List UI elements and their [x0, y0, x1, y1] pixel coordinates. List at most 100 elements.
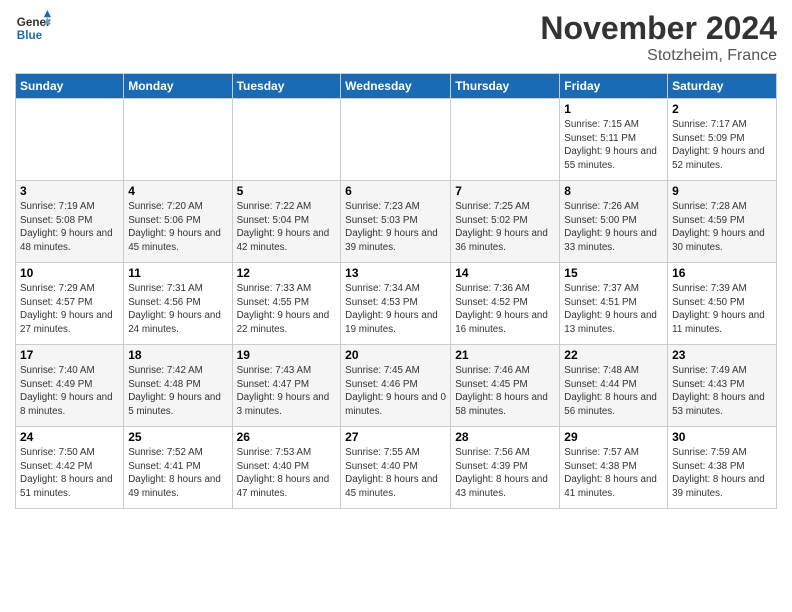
day-num-4-4: 28 — [455, 430, 555, 444]
page-container: General Blue November 2024 Stotzheim, Fr… — [0, 0, 792, 519]
cell-4-0: 24 Sunrise: 7:50 AM Sunset: 4:42 PM Dayli… — [16, 427, 124, 509]
day-num-1-0: 3 — [20, 184, 119, 198]
day-num-3-6: 23 — [672, 348, 772, 362]
day-info-1-4: Sunrise: 7:25 AM Sunset: 5:02 PM Dayligh… — [455, 200, 555, 255]
day-info-3-4: Sunrise: 7:46 AM Sunset: 4:45 PM Dayligh… — [455, 364, 555, 419]
day-num-4-1: 25 — [128, 430, 227, 444]
cell-4-6: 30 Sunrise: 7:59 AM Sunset: 4:38 PM Dayli… — [668, 427, 777, 509]
cell-3-5: 22 Sunrise: 7:48 AM Sunset: 4:44 PM Dayli… — [560, 345, 668, 427]
header-sunday: Sunday — [16, 74, 124, 99]
cell-2-3: 13Sunrise: 7:34 AM Sunset: 4:53 PM Dayli… — [341, 263, 451, 345]
day-num-3-1: 18 — [128, 348, 227, 362]
day-info-4-0: Sunrise: 7:50 AM Sunset: 4:42 PM Dayligh… — [20, 446, 119, 501]
header-saturday: Saturday — [668, 74, 777, 99]
day-num-2-6: 16 — [672, 266, 772, 280]
cell-1-4: 7 Sunrise: 7:25 AM Sunset: 5:02 PM Daylig… — [451, 181, 560, 263]
cell-0-3 — [341, 99, 451, 181]
day-num-3-4: 21 — [455, 348, 555, 362]
cell-2-5: 15 Sunrise: 7:37 AM Sunset: 4:51 PM Dayli… — [560, 263, 668, 345]
day-info-1-3: Sunrise: 7:23 AM Sunset: 5:03 PM Dayligh… — [345, 200, 446, 255]
day-info-2-0: Sunrise: 7:29 AM Sunset: 4:57 PM Dayligh… — [20, 282, 119, 337]
header-friday: Friday — [560, 74, 668, 99]
day-info-3-2: Sunrise: 7:43 AM Sunset: 4:47 PM Dayligh… — [237, 364, 337, 419]
cell-1-5: 8 Sunrise: 7:26 AM Sunset: 5:00 PM Daylig… — [560, 181, 668, 263]
cell-3-3: 20 Sunrise: 7:45 AM Sunset: 4:46 PM Dayli… — [341, 345, 451, 427]
cell-0-0 — [16, 99, 124, 181]
location: Stotzheim, France — [540, 47, 777, 65]
cell-4-2: 26 Sunrise: 7:53 AM Sunset: 4:40 PM Dayli… — [232, 427, 341, 509]
cell-4-5: 29 Sunrise: 7:57 AM Sunset: 4:38 PM Dayli… — [560, 427, 668, 509]
day-info-4-3: Sunrise: 7:55 AM Sunset: 4:40 PM Dayligh… — [345, 446, 446, 501]
day-num-3-5: 22 — [564, 348, 663, 362]
cell-0-2 — [232, 99, 341, 181]
day-num-2-0: 10 — [20, 266, 119, 280]
day-num-0-6: 2 — [672, 102, 772, 116]
cell-0-1 — [124, 99, 232, 181]
cell-0-6: 2Sunrise: 7:17 AM Sunset: 5:09 PM Daylig… — [668, 99, 777, 181]
week-row-0: 1Sunrise: 7:15 AM Sunset: 5:11 PM Daylig… — [16, 99, 777, 181]
cell-2-4: 14 Sunrise: 7:36 AM Sunset: 4:52 PM Dayli… — [451, 263, 560, 345]
logo-icon: General Blue — [15, 10, 51, 46]
cell-2-2: 12 Sunrise: 7:33 AM Sunset: 4:55 PM Dayli… — [232, 263, 341, 345]
cell-3-6: 23 Sunrise: 7:49 AM Sunset: 4:43 PM Dayli… — [668, 345, 777, 427]
day-info-4-5: Sunrise: 7:57 AM Sunset: 4:38 PM Dayligh… — [564, 446, 663, 501]
cell-0-5: 1Sunrise: 7:15 AM Sunset: 5:11 PM Daylig… — [560, 99, 668, 181]
logo: General Blue — [15, 10, 51, 46]
cell-1-2: 5 Sunrise: 7:22 AM Sunset: 5:04 PM Daylig… — [232, 181, 341, 263]
day-info-1-1: Sunrise: 7:20 AM Sunset: 5:06 PM Dayligh… — [128, 200, 227, 255]
day-info-3-0: Sunrise: 7:40 AM Sunset: 4:49 PM Dayligh… — [20, 364, 119, 419]
day-num-1-4: 7 — [455, 184, 555, 198]
day-info-2-5: Sunrise: 7:37 AM Sunset: 4:51 PM Dayligh… — [564, 282, 663, 337]
title-area: November 2024 Stotzheim, France — [540, 10, 777, 65]
day-num-0-5: 1 — [564, 102, 663, 116]
month-title: November 2024 — [540, 10, 777, 47]
day-info-2-2: Sunrise: 7:33 AM Sunset: 4:55 PM Dayligh… — [237, 282, 337, 337]
day-info-3-3: Sunrise: 7:45 AM Sunset: 4:46 PM Dayligh… — [345, 364, 446, 419]
day-num-2-2: 12 — [237, 266, 337, 280]
day-info-1-2: Sunrise: 7:22 AM Sunset: 5:04 PM Dayligh… — [237, 200, 337, 255]
day-num-4-0: 24 — [20, 430, 119, 444]
day-info-3-5: Sunrise: 7:48 AM Sunset: 4:44 PM Dayligh… — [564, 364, 663, 419]
cell-3-4: 21 Sunrise: 7:46 AM Sunset: 4:45 PM Dayli… — [451, 345, 560, 427]
week-row-4: 24 Sunrise: 7:50 AM Sunset: 4:42 PM Dayli… — [16, 427, 777, 509]
week-row-3: 17Sunrise: 7:40 AM Sunset: 4:49 PM Dayli… — [16, 345, 777, 427]
cell-1-3: 6Sunrise: 7:23 AM Sunset: 5:03 PM Daylig… — [341, 181, 451, 263]
day-info-2-4: Sunrise: 7:36 AM Sunset: 4:52 PM Dayligh… — [455, 282, 555, 337]
cell-4-4: 28Sunrise: 7:56 AM Sunset: 4:39 PM Dayli… — [451, 427, 560, 509]
cell-4-1: 25 Sunrise: 7:52 AM Sunset: 4:41 PM Dayli… — [124, 427, 232, 509]
day-num-4-2: 26 — [237, 430, 337, 444]
cell-2-1: 11 Sunrise: 7:31 AM Sunset: 4:56 PM Dayli… — [124, 263, 232, 345]
header-row: Sunday Monday Tuesday Wednesday Thursday… — [16, 74, 777, 99]
day-num-1-5: 8 — [564, 184, 663, 198]
header-thursday: Thursday — [451, 74, 560, 99]
cell-2-6: 16Sunrise: 7:39 AM Sunset: 4:50 PM Dayli… — [668, 263, 777, 345]
day-info-1-5: Sunrise: 7:26 AM Sunset: 5:00 PM Dayligh… — [564, 200, 663, 255]
day-num-1-2: 5 — [237, 184, 337, 198]
header-tuesday: Tuesday — [232, 74, 341, 99]
day-num-4-3: 27 — [345, 430, 446, 444]
cell-4-3: 27 Sunrise: 7:55 AM Sunset: 4:40 PM Dayli… — [341, 427, 451, 509]
day-num-2-1: 11 — [128, 266, 227, 280]
day-info-4-6: Sunrise: 7:59 AM Sunset: 4:38 PM Dayligh… — [672, 446, 772, 501]
header-wednesday: Wednesday — [341, 74, 451, 99]
day-info-4-1: Sunrise: 7:52 AM Sunset: 4:41 PM Dayligh… — [128, 446, 227, 501]
day-num-4-6: 30 — [672, 430, 772, 444]
day-info-2-3: Sunrise: 7:34 AM Sunset: 4:53 PM Dayligh… — [345, 282, 446, 337]
day-info-1-6: Sunrise: 7:28 AM Sunset: 4:59 PM Dayligh… — [672, 200, 772, 255]
day-num-3-3: 20 — [345, 348, 446, 362]
day-info-4-2: Sunrise: 7:53 AM Sunset: 4:40 PM Dayligh… — [237, 446, 337, 501]
svg-text:Blue: Blue — [17, 29, 43, 42]
day-num-1-1: 4 — [128, 184, 227, 198]
day-info-3-6: Sunrise: 7:49 AM Sunset: 4:43 PM Dayligh… — [672, 364, 772, 419]
day-info-1-0: Sunrise: 7:19 AM Sunset: 5:08 PM Dayligh… — [20, 200, 119, 255]
week-row-2: 10 Sunrise: 7:29 AM Sunset: 4:57 PM Dayli… — [16, 263, 777, 345]
day-num-2-5: 15 — [564, 266, 663, 280]
day-num-2-4: 14 — [455, 266, 555, 280]
day-info-2-1: Sunrise: 7:31 AM Sunset: 4:56 PM Dayligh… — [128, 282, 227, 337]
cell-0-4 — [451, 99, 560, 181]
day-info-3-1: Sunrise: 7:42 AM Sunset: 4:48 PM Dayligh… — [128, 364, 227, 419]
cell-1-6: 9 Sunrise: 7:28 AM Sunset: 4:59 PM Daylig… — [668, 181, 777, 263]
day-num-1-6: 9 — [672, 184, 772, 198]
day-num-4-5: 29 — [564, 430, 663, 444]
cell-2-0: 10 Sunrise: 7:29 AM Sunset: 4:57 PM Dayli… — [16, 263, 124, 345]
